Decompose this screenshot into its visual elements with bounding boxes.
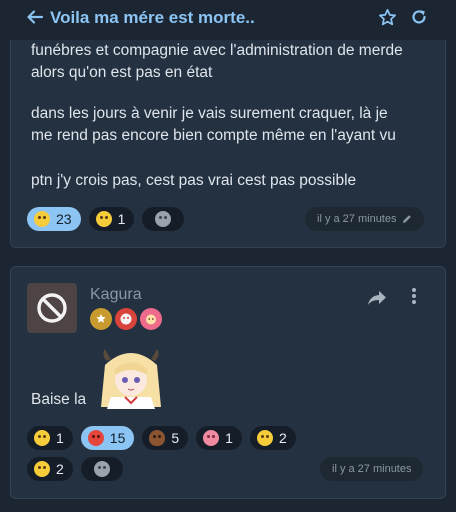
paragraph-line: me rend pas encore bien compte même en l…: [31, 127, 396, 144]
reaction-count: 23: [56, 211, 72, 227]
paragraph-line: dans les jours à venir je vais surement …: [31, 105, 388, 122]
avatar[interactable]: [27, 283, 77, 333]
star-outline-icon[interactable]: [378, 8, 397, 27]
pink-face-badge-icon: [140, 308, 162, 330]
refresh-icon[interactable]: [410, 8, 428, 26]
gold-star-badge-icon: [90, 308, 112, 330]
reaction-thinking-button[interactable]: 2: [27, 457, 73, 481]
pencil-icon: [403, 215, 412, 223]
thinking-face-icon: [34, 461, 50, 477]
post-text: Baise la: [31, 391, 87, 408]
post-paragraph: dans les jours à venir je vais surement …: [31, 103, 396, 147]
smirk-face-icon: [256, 430, 273, 446]
topic-title: Voila ma mére est morte..: [50, 8, 255, 27]
reaction-bar: 23 1: [27, 207, 185, 231]
add-reaction-icon: [155, 211, 172, 227]
reaction-count: 1: [56, 430, 64, 446]
reaction-angry-button[interactable]: 15: [80, 426, 135, 450]
poop-icon: [149, 430, 166, 446]
share-arrow-icon[interactable]: [367, 289, 387, 307]
crying-laughing-face-icon: [95, 211, 112, 227]
sad-face-icon: [34, 211, 50, 227]
add-reaction-icon: [93, 461, 110, 477]
paragraph-line: alors qu'on est pas en état: [31, 64, 213, 81]
post-card: funébres et compagnie avec l'administrat…: [10, 40, 446, 248]
post-paragraph: ptn j'y crois pas, cest pas vrai cest pa…: [31, 172, 357, 189]
arrow-left-icon[interactable]: [26, 8, 44, 26]
post-timestamp[interactable]: il y a 27 minutes: [305, 207, 425, 231]
top-bar: Voila ma mére est morte..: [0, 0, 456, 36]
reaction-laugh-button[interactable]: 1: [88, 207, 135, 231]
timestamp-text: il y a 27 minutes: [332, 463, 412, 475]
reaction-smirk-button[interactable]: 2: [249, 426, 296, 450]
add-reaction-button[interactable]: [80, 457, 123, 481]
reaction-count: 2: [56, 461, 64, 477]
reaction-bar: 2: [27, 457, 123, 481]
anime-girl-sticker-icon: [101, 349, 161, 409]
reaction-poop-button[interactable]: 5: [142, 426, 189, 450]
reaction-bar: 1 15 5 1 2: [27, 426, 296, 450]
reaction-sad-button[interactable]: 23: [27, 207, 81, 231]
post-paragraph: funébres et compagnie avec l'administrat…: [31, 40, 403, 84]
timestamp-text: il y a 27 minutes: [317, 213, 397, 225]
user-badges: [90, 308, 162, 330]
reaction-count: 15: [109, 430, 126, 446]
add-reaction-button[interactable]: [142, 207, 185, 231]
username[interactable]: Kagura: [90, 286, 142, 304]
reaction-count: 2: [278, 430, 287, 446]
reaction-count: 5: [171, 430, 180, 446]
crying-laughing-face-icon: [34, 430, 50, 446]
reaction-laugh-button[interactable]: 1: [27, 426, 73, 450]
blocked-avatar-icon: [37, 293, 67, 323]
angry-face-icon: [87, 430, 104, 446]
reaction-count: 1: [225, 430, 233, 446]
post-card: Kagura Baise la 1 15 5 1 2 2 il y a 27 m…: [10, 266, 446, 499]
red-mascot-badge-icon: [115, 308, 137, 330]
paragraph-line: funébres et compagnie avec l'administrat…: [31, 42, 403, 59]
post-timestamp[interactable]: il y a 27 minutes: [320, 457, 424, 481]
pink-blob-icon: [203, 430, 220, 446]
reaction-pink-blob-button[interactable]: 1: [196, 426, 242, 450]
reaction-count: 1: [117, 211, 126, 227]
more-vertical-icon[interactable]: [411, 287, 417, 305]
